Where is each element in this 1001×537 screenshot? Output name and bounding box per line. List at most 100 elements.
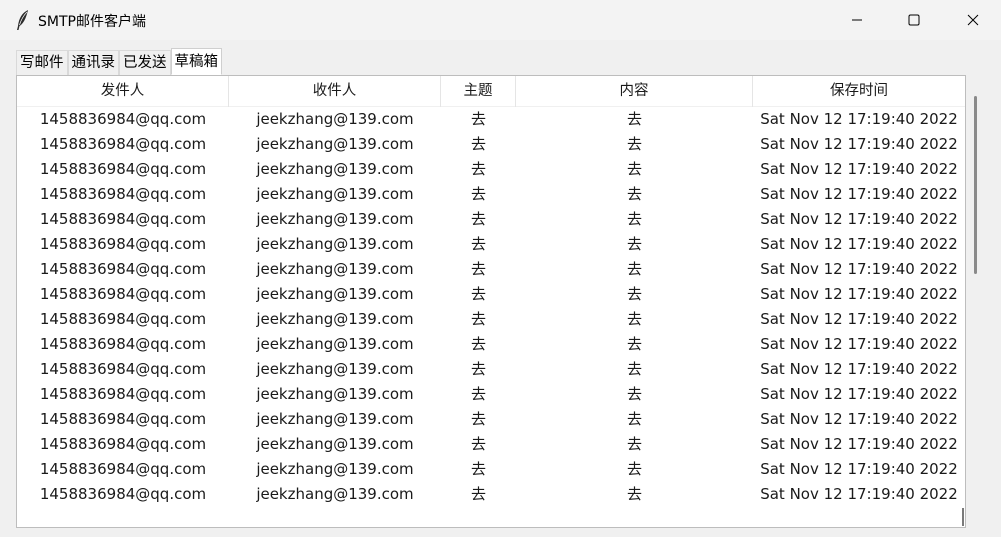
maximize-icon	[908, 11, 920, 30]
cell-recipient: jeekzhang@139.com	[256, 210, 414, 228]
cell-saved-time: Sat Nov 12 17:19:40 2022	[760, 385, 958, 403]
maximize-button[interactable]	[891, 0, 937, 40]
close-button[interactable]	[950, 0, 996, 40]
cell-sender: 1458836984@qq.com	[39, 410, 207, 428]
cell-subject: 去	[470, 185, 486, 203]
cell-sender: 1458836984@qq.com	[39, 435, 207, 453]
cell-recipient: jeekzhang@139.com	[256, 410, 414, 428]
cell-saved-time: Sat Nov 12 17:19:40 2022	[760, 110, 958, 128]
cell-content: 去	[626, 210, 642, 228]
column-header-recipient[interactable]: 收件人	[229, 76, 441, 107]
cell-recipient: jeekzhang@139.com	[256, 360, 414, 378]
cell-subject: 去	[470, 410, 486, 428]
table-row[interactable]: 1458836984@qq.com jeekzhang@139.com 去 去 Sat …	[17, 207, 965, 232]
cell-content: 去	[626, 310, 642, 328]
cell-recipient: jeekzhang@139.com	[256, 260, 414, 278]
app-window: SMTP邮件客户端 写邮件 通讯录 已发送 草稿箱 发件人 收件人 主题 内容	[0, 0, 1001, 537]
cell-sender: 1458836984@qq.com	[39, 310, 207, 328]
tab-contacts[interactable]: 通讯录	[67, 50, 119, 75]
cell-saved-time: Sat Nov 12 17:19:40 2022	[760, 260, 958, 278]
tab-compose[interactable]: 写邮件	[16, 50, 68, 75]
cell-subject: 去	[470, 285, 486, 303]
vertical-scrollbar[interactable]	[972, 96, 978, 276]
cell-sender: 1458836984@qq.com	[39, 185, 207, 203]
table-row[interactable]: 1458836984@qq.com jeekzhang@139.com 去 去 Sat …	[17, 182, 965, 207]
table-row[interactable]: 1458836984@qq.com jeekzhang@139.com 去 去 Sat …	[17, 457, 965, 482]
table-row[interactable]: 1458836984@qq.com jeekzhang@139.com 去 去 Sat …	[17, 157, 965, 182]
cell-content: 去	[626, 435, 642, 453]
table-row[interactable]: 1458836984@qq.com jeekzhang@139.com 去 去 Sat …	[17, 307, 965, 332]
cell-sender: 1458836984@qq.com	[39, 260, 207, 278]
table-row[interactable]: 1458836984@qq.com jeekzhang@139.com 去 去 Sat …	[17, 232, 965, 257]
cell-sender: 1458836984@qq.com	[39, 485, 207, 503]
cell-sender: 1458836984@qq.com	[39, 335, 207, 353]
cell-saved-time: Sat Nov 12 17:19:40 2022	[760, 285, 958, 303]
tab-sent[interactable]: 已发送	[119, 50, 171, 75]
table-row[interactable]: 1458836984@qq.com jeekzhang@139.com 去 去 Sat …	[17, 257, 965, 282]
cell-saved-time: Sat Nov 12 17:19:40 2022	[760, 410, 958, 428]
table-header: 发件人 收件人 主题 内容 保存时间	[17, 76, 965, 107]
cell-subject: 去	[470, 110, 486, 128]
cell-content: 去	[626, 485, 642, 503]
table-row[interactable]: 1458836984@qq.com jeekzhang@139.com 去 去 Sat …	[17, 382, 965, 407]
cell-subject: 去	[470, 260, 486, 278]
cell-recipient: jeekzhang@139.com	[256, 160, 414, 178]
cell-sender: 1458836984@qq.com	[39, 235, 207, 253]
table-row[interactable]: 1458836984@qq.com jeekzhang@139.com 去 去 Sat …	[17, 282, 965, 307]
cell-sender: 1458836984@qq.com	[39, 460, 207, 478]
cell-content: 去	[626, 410, 642, 428]
cell-subject: 去	[470, 360, 486, 378]
cell-subject: 去	[470, 335, 486, 353]
cell-saved-time: Sat Nov 12 17:19:40 2022	[760, 335, 958, 353]
minimize-icon	[851, 11, 863, 30]
cell-saved-time: Sat Nov 12 17:19:40 2022	[760, 310, 958, 328]
cell-saved-time: Sat Nov 12 17:19:40 2022	[760, 160, 958, 178]
cell-content: 去	[626, 460, 642, 478]
table-row[interactable]: 1458836984@qq.com jeekzhang@139.com 去 去 Sat …	[17, 482, 965, 507]
tab-drafts[interactable]: 草稿箱	[170, 48, 222, 75]
column-header-sender[interactable]: 发件人	[17, 76, 229, 107]
minimize-button[interactable]	[834, 0, 880, 40]
table-row[interactable]: 1458836984@qq.com jeekzhang@139.com 去 去 Sat …	[17, 332, 965, 357]
cell-content: 去	[626, 135, 642, 153]
cell-saved-time: Sat Nov 12 17:19:40 2022	[760, 185, 958, 203]
cell-saved-time: Sat Nov 12 17:19:40 2022	[760, 360, 958, 378]
scrollbar-thumb[interactable]	[974, 96, 977, 274]
cell-saved-time: Sat Nov 12 17:19:40 2022	[760, 235, 958, 253]
table-row[interactable]: 1458836984@qq.com jeekzhang@139.com 去 去 Sat …	[17, 432, 965, 457]
column-header-content[interactable]: 内容	[516, 76, 753, 107]
cell-saved-time: Sat Nov 12 17:19:40 2022	[760, 460, 958, 478]
cell-recipient: jeekzhang@139.com	[256, 485, 414, 503]
feather-icon	[14, 9, 32, 31]
cell-recipient: jeekzhang@139.com	[256, 310, 414, 328]
cell-content: 去	[626, 235, 642, 253]
cell-sender: 1458836984@qq.com	[39, 210, 207, 228]
cell-subject: 去	[470, 385, 486, 403]
cell-sender: 1458836984@qq.com	[39, 360, 207, 378]
table-row[interactable]: 1458836984@qq.com jeekzhang@139.com 去 去 Sat …	[17, 407, 965, 432]
title-bar[interactable]: SMTP邮件客户端	[0, 0, 1001, 40]
cell-saved-time: Sat Nov 12 17:19:40 2022	[760, 435, 958, 453]
table-row[interactable]: 1458836984@qq.com jeekzhang@139.com 去 去 Sat …	[17, 357, 965, 382]
cell-sender: 1458836984@qq.com	[39, 385, 207, 403]
drafts-panel: 发件人 收件人 主题 内容 保存时间 1458836984@qq.com jeek…	[16, 75, 966, 528]
cell-content: 去	[626, 110, 642, 128]
table-row[interactable]: 1458836984@qq.com jeekzhang@139.com 去 去 Sat …	[17, 107, 965, 132]
cell-recipient: jeekzhang@139.com	[256, 285, 414, 303]
cell-content: 去	[626, 260, 642, 278]
resize-grip	[962, 508, 964, 526]
cell-subject: 去	[470, 235, 486, 253]
column-header-saved-time[interactable]: 保存时间	[753, 76, 965, 107]
column-header-subject[interactable]: 主题	[441, 76, 516, 107]
cell-content: 去	[626, 160, 642, 178]
cell-saved-time: Sat Nov 12 17:19:40 2022	[760, 485, 958, 503]
cell-saved-time: Sat Nov 12 17:19:40 2022	[760, 135, 958, 153]
cell-content: 去	[626, 185, 642, 203]
cell-recipient: jeekzhang@139.com	[256, 110, 414, 128]
close-icon	[967, 11, 979, 30]
cell-recipient: jeekzhang@139.com	[256, 235, 414, 253]
cell-sender: 1458836984@qq.com	[39, 160, 207, 178]
table-row[interactable]: 1458836984@qq.com jeekzhang@139.com 去 去 Sat …	[17, 132, 965, 157]
cell-sender: 1458836984@qq.com	[39, 110, 207, 128]
cell-subject: 去	[470, 310, 486, 328]
